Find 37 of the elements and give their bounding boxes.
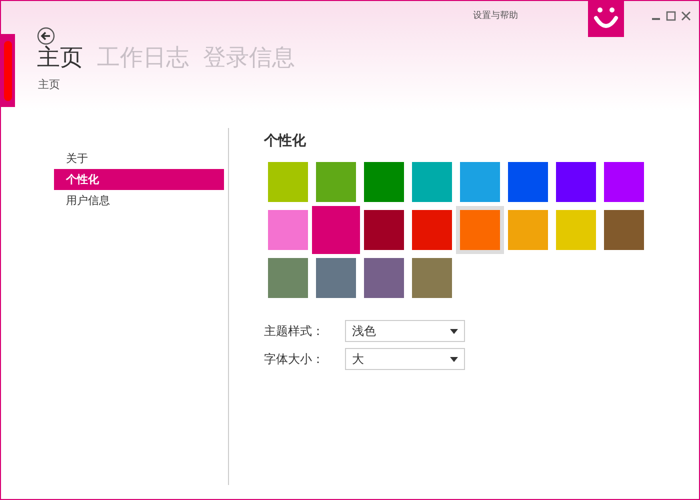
sidebar-item[interactable]: 关于 [54,148,224,169]
setting-label: 字体大小： [264,351,325,368]
setting-label: 主题样式： [264,323,325,340]
color-swatch[interactable] [460,210,500,250]
color-swatch[interactable] [412,258,452,298]
side-tab[interactable] [1,34,15,107]
color-swatch[interactable] [508,162,548,202]
color-swatch[interactable] [268,210,308,250]
color-swatch[interactable] [556,162,596,202]
section-title: 个性化 [264,132,307,151]
dropdown[interactable]: 大 [345,348,465,370]
color-swatch[interactable] [460,162,500,202]
color-swatch[interactable] [316,258,356,298]
color-swatch[interactable] [268,162,308,202]
header-tab[interactable]: 主页 [37,43,83,73]
dropdown[interactable]: 浅色 [345,320,465,342]
color-swatch[interactable] [316,162,356,202]
color-swatch[interactable] [364,258,404,298]
color-swatch[interactable] [312,206,360,254]
caret-icon [450,356,458,362]
color-swatch[interactable] [508,210,548,250]
sidebar-item[interactable]: 个性化 [54,169,224,190]
color-swatch[interactable] [412,162,452,202]
color-swatch[interactable] [604,162,644,202]
breadcrumb: 主页 [38,77,60,93]
color-swatch[interactable] [412,210,452,250]
maximize-icon[interactable] [666,11,676,21]
sidebar-item[interactable]: 用户信息 [54,190,224,211]
close-icon[interactable] [681,11,691,21]
back-icon[interactable] [37,27,55,45]
color-swatch[interactable] [268,258,308,298]
color-swatch[interactable] [604,210,644,250]
color-swatch[interactable] [556,210,596,250]
caret-icon [450,328,458,334]
color-swatch[interactable] [364,162,404,202]
window-title: 设置与帮助 [473,10,518,23]
color-swatch[interactable] [364,210,404,250]
